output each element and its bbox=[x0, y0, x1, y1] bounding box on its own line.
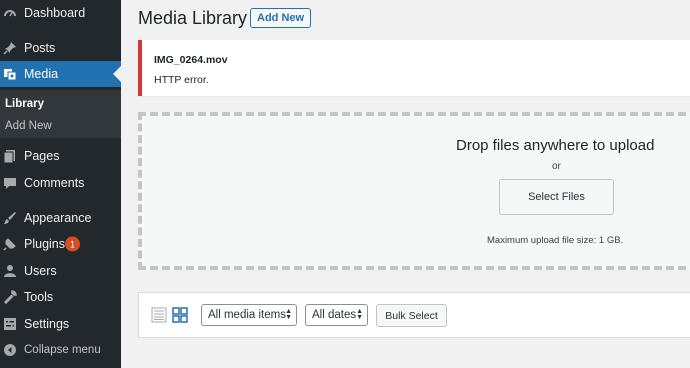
max-upload-size-text: Maximum upload file size: 1 GB. bbox=[487, 235, 624, 246]
date-filter-value: All dates bbox=[312, 309, 357, 321]
collapse-menu-button[interactable]: Collapse menu bbox=[0, 337, 121, 363]
media-type-filter-value: All media items bbox=[208, 309, 286, 321]
wrench-icon bbox=[3, 290, 17, 304]
sidebar-item-label: Plugins bbox=[24, 237, 65, 251]
sidebar-item-label: Users bbox=[24, 264, 57, 278]
sidebar-item-media[interactable]: Media bbox=[0, 61, 121, 87]
select-arrows-icon: ▲ ▼ bbox=[356, 308, 363, 321]
submenu-item-library[interactable]: Library bbox=[5, 98, 44, 110]
admin-sidebar: Dashboard Posts Media Library Add New Pa… bbox=[0, 0, 121, 368]
upload-error-notice: IMG_0264.mov HTTP error. bbox=[138, 40, 690, 96]
media-submenu: Library Add New bbox=[0, 90, 121, 138]
settings-icon bbox=[3, 317, 17, 331]
user-icon bbox=[3, 264, 17, 278]
paintbrush-icon bbox=[3, 211, 17, 225]
collapse-icon bbox=[3, 343, 17, 357]
sidebar-item-plugins[interactable]: Plugins 1 bbox=[0, 231, 121, 257]
sidebar-item-dashboard[interactable]: Dashboard bbox=[0, 0, 121, 26]
sidebar-item-label: Tools bbox=[24, 290, 54, 304]
sidebar-item-comments[interactable]: Comments bbox=[0, 170, 121, 196]
page-title: Media Library bbox=[138, 8, 248, 28]
sidebar-item-label: Pages bbox=[24, 149, 60, 163]
sidebar-item-label: Comments bbox=[24, 176, 85, 190]
sidebar-item-label: Appearance bbox=[24, 211, 92, 225]
media-type-filter[interactable]: All media items ▲ ▼ bbox=[201, 304, 297, 326]
sidebar-item-users[interactable]: Users bbox=[0, 258, 121, 284]
pushpin-icon bbox=[3, 41, 17, 55]
sidebar-item-label: Posts bbox=[24, 41, 56, 55]
sidebar-item-appearance[interactable]: Appearance bbox=[0, 205, 121, 231]
collapse-menu-label: Collapse menu bbox=[24, 344, 101, 356]
submenu-item-add-new[interactable]: Add New bbox=[5, 120, 52, 132]
comment-icon bbox=[3, 176, 17, 190]
bulk-select-button[interactable]: Bulk Select bbox=[376, 304, 447, 327]
sidebar-item-posts[interactable]: Posts bbox=[0, 35, 121, 61]
sidebar-item-label: Media bbox=[24, 67, 59, 81]
error-message: HTTP error. bbox=[154, 74, 209, 86]
grid-view-icon[interactable] bbox=[172, 307, 188, 323]
select-arrows-icon: ▲ ▼ bbox=[285, 308, 292, 321]
dropzone-or-text: or bbox=[552, 161, 561, 172]
list-view-icon[interactable] bbox=[151, 307, 167, 323]
update-count-badge: 1 bbox=[65, 236, 80, 252]
sidebar-item-settings[interactable]: Settings bbox=[0, 311, 121, 337]
plug-icon bbox=[3, 237, 17, 251]
sidebar-item-label: Settings bbox=[24, 317, 70, 331]
add-new-button[interactable]: Add New bbox=[250, 8, 312, 28]
sidebar-item-tools[interactable]: Tools bbox=[0, 284, 121, 310]
error-filename: IMG_0264.mov bbox=[154, 54, 228, 66]
date-filter[interactable]: All dates ▲ ▼ bbox=[305, 304, 368, 326]
sidebar-item-label: Dashboard bbox=[24, 6, 86, 20]
media-icon bbox=[3, 67, 17, 81]
pages-icon bbox=[3, 149, 17, 163]
select-files-button[interactable]: Select Files bbox=[499, 179, 614, 215]
sidebar-item-pages[interactable]: Pages bbox=[0, 143, 121, 169]
dropzone-title: Drop files anywhere to upload bbox=[456, 137, 655, 154]
dashboard-icon bbox=[3, 6, 17, 20]
